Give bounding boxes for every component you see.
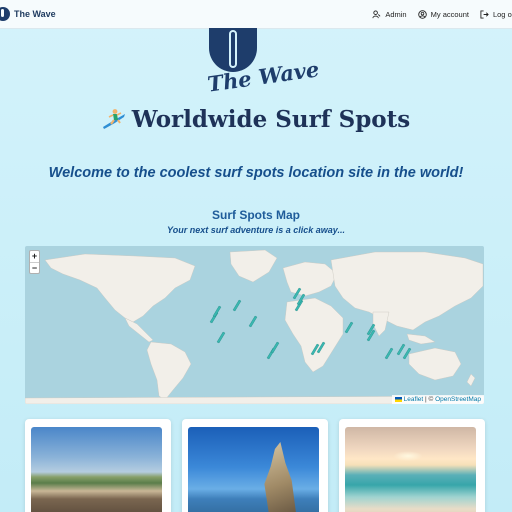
surf-spot-card[interactable] xyxy=(25,419,171,512)
surfboard-marker-icon xyxy=(212,305,222,318)
account-icon xyxy=(417,9,427,19)
map-subheading: Your next surf adventure is a click away… xyxy=(167,225,345,235)
surfboard-marker-icon xyxy=(232,299,242,312)
welcome-text: Welcome to the coolest surf spots locati… xyxy=(48,165,464,181)
attribution-separator: | © xyxy=(423,396,436,403)
logout-icon xyxy=(480,9,489,19)
admin-icon xyxy=(372,9,381,19)
openstreetmap-link[interactable]: OpenStreetMap xyxy=(435,396,481,403)
hero-logo: The Wave xyxy=(206,28,321,97)
zoom-in-button[interactable]: + xyxy=(30,251,39,262)
world-map-tiles xyxy=(25,249,484,404)
nav-links: Admin My account Log out xyxy=(372,10,512,19)
brand-name: The Wave xyxy=(14,9,56,19)
surf-spot-card[interactable] xyxy=(182,419,328,512)
brand-logo-icon xyxy=(0,7,10,21)
nav-account-link[interactable]: My account xyxy=(417,9,469,19)
zoom-out-button[interactable]: − xyxy=(30,262,39,273)
nav-admin-link[interactable]: Admin xyxy=(372,9,407,19)
surfboard-marker-icon xyxy=(344,321,354,334)
nav-logout-label: Log out xyxy=(492,9,512,19)
surfer-emoji-icon xyxy=(102,108,126,130)
surf-spots-map[interactable]: + − Leaflet | © OpenStreetMap xyxy=(25,246,484,404)
rock-formation xyxy=(264,442,296,512)
sunset-beach-photo[interactable] xyxy=(345,427,476,512)
logo-surfboard-icon xyxy=(229,30,237,68)
surfboard-marker-icon xyxy=(216,331,226,344)
map-heading: Surf Spots Map xyxy=(211,208,300,222)
surfboard-marker-icon xyxy=(384,347,394,360)
brand-link[interactable]: The Wave xyxy=(0,7,56,21)
surfboard-marker-icon xyxy=(396,343,406,356)
leaflet-link[interactable]: Leaflet xyxy=(404,396,424,403)
nav-admin-label: Admin xyxy=(385,9,407,19)
page-title: Worldwide Surf Spots xyxy=(0,106,512,133)
surfboard-marker-icon xyxy=(270,341,280,354)
sun-glow xyxy=(393,451,423,461)
surfboard-marker-icon xyxy=(248,315,258,328)
surf-spot-card[interactable] xyxy=(339,419,485,512)
top-navbar: The Wave Admin My account Log out xyxy=(0,0,512,29)
map-zoom-control: + − xyxy=(29,250,40,274)
ukraine-flag-icon xyxy=(394,397,402,402)
nav-account-label: My account xyxy=(430,9,469,19)
coastal-beach-photo[interactable] xyxy=(31,427,162,512)
nav-logout-link[interactable]: Log out xyxy=(480,10,512,19)
map-attribution: Leaflet | © OpenStreetMap xyxy=(391,395,484,404)
page-title-text: Worldwide Surf Spots xyxy=(131,106,411,133)
rock-formation-photo[interactable] xyxy=(188,427,319,512)
